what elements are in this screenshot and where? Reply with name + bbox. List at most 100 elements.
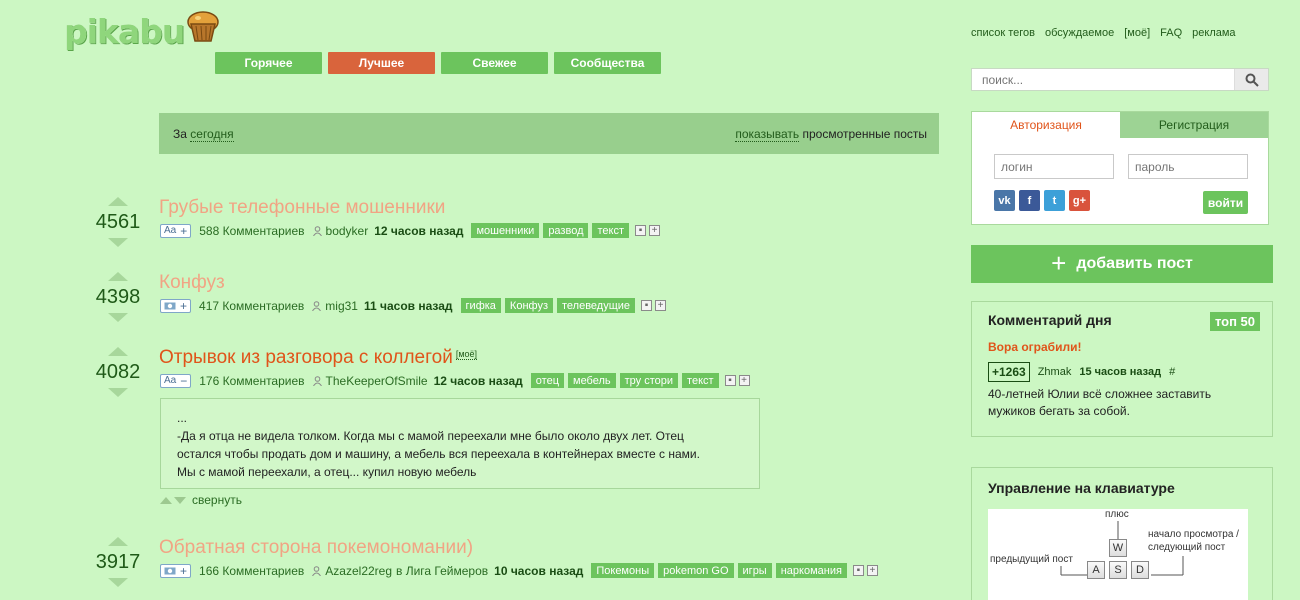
mine-label[interactable]: [моё] bbox=[455, 349, 478, 360]
comments-link[interactable]: 588 Комментариев bbox=[199, 224, 304, 238]
expand-icon[interactable]: + bbox=[649, 225, 660, 236]
tag[interactable]: развод bbox=[543, 223, 589, 238]
collapse-control[interactable]: свернуть bbox=[160, 493, 242, 507]
tag[interactable]: отец bbox=[530, 373, 564, 388]
post-title[interactable]: Конфуз bbox=[159, 272, 225, 294]
post-title: Отрывок из разговора с коллегой [моё] bbox=[159, 347, 478, 369]
community-link[interactable]: в Лига Геймеров bbox=[396, 564, 488, 578]
post-title[interactable]: Обратная сторона покемономании) bbox=[159, 537, 473, 559]
collapse-arrows-icon bbox=[160, 496, 186, 504]
collapse-label[interactable]: свернуть bbox=[192, 493, 242, 507]
author-link[interactable]: mig31 bbox=[325, 299, 358, 313]
camera-icon bbox=[164, 567, 176, 575]
tab-communities[interactable]: Сообщества bbox=[554, 52, 661, 74]
tag[interactable]: текст bbox=[592, 223, 629, 238]
facebook-icon[interactable]: f bbox=[1019, 190, 1040, 211]
tag[interactable]: наркомания bbox=[775, 563, 847, 578]
upvote-icon[interactable] bbox=[108, 347, 128, 356]
social-login: vk f t g+ bbox=[994, 190, 1090, 211]
login-button[interactable]: войти bbox=[1203, 191, 1248, 214]
rating-value: 4082 bbox=[95, 361, 141, 383]
search-button[interactable] bbox=[1234, 69, 1268, 90]
cotd-meta: +1263 Zhmak 15 часов назад # bbox=[988, 362, 1256, 382]
downvote-icon[interactable] bbox=[108, 238, 128, 247]
text-post-badge[interactable]: Aa + bbox=[160, 223, 192, 238]
period-filter: За сегодня bbox=[173, 126, 234, 142]
post-meta: + 166 Комментариев Azazel22reg в Лига Ге… bbox=[160, 563, 878, 578]
top50-button[interactable]: топ 50 bbox=[1209, 312, 1260, 331]
cotd-text-line: мужиков бегать за собой. bbox=[988, 404, 1130, 418]
toplink-discussed[interactable]: обсуждаемое bbox=[1045, 27, 1114, 39]
vk-icon[interactable]: vk bbox=[994, 190, 1015, 211]
post-text: ... -Да я отца не видела толком. Когда м… bbox=[160, 398, 760, 489]
tab-fresh[interactable]: Свежее bbox=[441, 52, 548, 74]
search-input[interactable] bbox=[972, 69, 1234, 90]
post-time: 10 часов назад bbox=[494, 563, 584, 578]
post-text-line: ... bbox=[177, 411, 188, 425]
tag[interactable]: мошенники bbox=[471, 223, 540, 238]
period-select[interactable]: сегодня bbox=[190, 126, 234, 142]
comments-link[interactable]: 166 Комментариев bbox=[199, 564, 304, 578]
tag[interactable]: игры bbox=[737, 563, 772, 578]
plus-icon: + bbox=[1051, 247, 1067, 278]
tab-hot[interactable]: Горячее bbox=[215, 52, 322, 74]
toplink-faq[interactable]: FAQ bbox=[1160, 27, 1182, 39]
image-post-badge[interactable]: + bbox=[160, 563, 192, 578]
tag[interactable]: телеведущие bbox=[557, 298, 636, 313]
cotd-text: 40-летней Юлии всё сложнее заставить муж… bbox=[988, 386, 1256, 420]
author-link[interactable]: bodyker bbox=[326, 224, 369, 238]
rating-block: 3917 bbox=[88, 537, 148, 587]
cotd-post-link[interactable]: Вора ограбили! bbox=[988, 340, 1256, 354]
show-viewed-toggle[interactable]: показывать bbox=[735, 126, 800, 142]
twitter-icon[interactable]: t bbox=[1044, 190, 1065, 211]
comment-of-day: Комментарий дня топ 50 Вора ограбили! +1… bbox=[971, 301, 1273, 437]
downvote-icon[interactable] bbox=[108, 388, 128, 397]
downvote-icon[interactable] bbox=[108, 313, 128, 322]
tab-best[interactable]: Лучшее bbox=[328, 52, 435, 74]
tab-login[interactable]: Авторизация bbox=[972, 112, 1120, 138]
password-field[interactable] bbox=[1128, 154, 1248, 179]
save-icon[interactable]: ▪ bbox=[724, 375, 736, 386]
save-icon[interactable]: ▪ bbox=[641, 300, 653, 311]
main-nav: Горячее Лучшее Свежее Сообщества bbox=[215, 52, 661, 74]
tag-list: мошенники развод текст bbox=[467, 223, 629, 238]
keyboard-help: Управление на клавиатуре плюс W A S D пр… bbox=[971, 467, 1273, 600]
expand-icon[interactable]: + bbox=[738, 375, 750, 386]
tag[interactable]: pokemon GO bbox=[658, 563, 734, 578]
comments-link[interactable]: 176 Комментариев bbox=[199, 374, 304, 388]
tag[interactable]: текст bbox=[682, 373, 719, 388]
tag[interactable]: гифка bbox=[460, 298, 501, 313]
tag[interactable]: Конфуз bbox=[504, 298, 553, 313]
comments-link[interactable]: 417 Комментариев bbox=[199, 299, 304, 313]
author-link[interactable]: Azazel22reg bbox=[325, 564, 392, 578]
tag[interactable]: Покемоны bbox=[591, 563, 655, 578]
author-link[interactable]: TheKeeperOfSmile bbox=[326, 374, 428, 388]
cotd-author[interactable]: Zhmak bbox=[1038, 366, 1072, 378]
add-post-button[interactable]: + добавить пост bbox=[971, 245, 1273, 283]
logo[interactable]: pikabu bbox=[64, 11, 221, 48]
save-icon[interactable]: ▪ bbox=[635, 225, 646, 236]
cotd-text-line: 40-летней Юлии всё сложнее заставить bbox=[988, 387, 1212, 401]
downvote-icon[interactable] bbox=[108, 578, 128, 587]
toplink-ads[interactable]: реклама bbox=[1192, 27, 1235, 39]
search-icon bbox=[1245, 73, 1259, 87]
tag[interactable]: тру стори bbox=[619, 373, 679, 388]
tag[interactable]: мебель bbox=[568, 373, 616, 388]
toplink-tags[interactable]: список тегов bbox=[971, 27, 1035, 39]
expand-icon[interactable]: + bbox=[866, 565, 878, 576]
text-post-badge[interactable]: Aa − bbox=[160, 373, 192, 388]
upvote-icon[interactable] bbox=[108, 272, 128, 281]
image-post-badge[interactable]: + bbox=[160, 298, 192, 313]
expand-icon[interactable]: + bbox=[655, 300, 667, 311]
post-title-link[interactable]: Отрывок из разговора с коллегой bbox=[159, 347, 453, 368]
cotd-permalink[interactable]: # bbox=[1169, 366, 1175, 378]
upvote-icon[interactable] bbox=[108, 197, 128, 206]
save-icon[interactable]: ▪ bbox=[852, 565, 864, 576]
post-title[interactable]: Грубые телефонные мошенники bbox=[159, 197, 445, 219]
tab-register[interactable]: Регистрация bbox=[1120, 112, 1268, 138]
google-plus-icon[interactable]: g+ bbox=[1069, 190, 1090, 211]
upvote-icon[interactable] bbox=[108, 537, 128, 546]
toplink-mine[interactable]: [моё] bbox=[1124, 27, 1150, 39]
login-field[interactable] bbox=[994, 154, 1114, 179]
rating-value: 3917 bbox=[95, 551, 141, 573]
